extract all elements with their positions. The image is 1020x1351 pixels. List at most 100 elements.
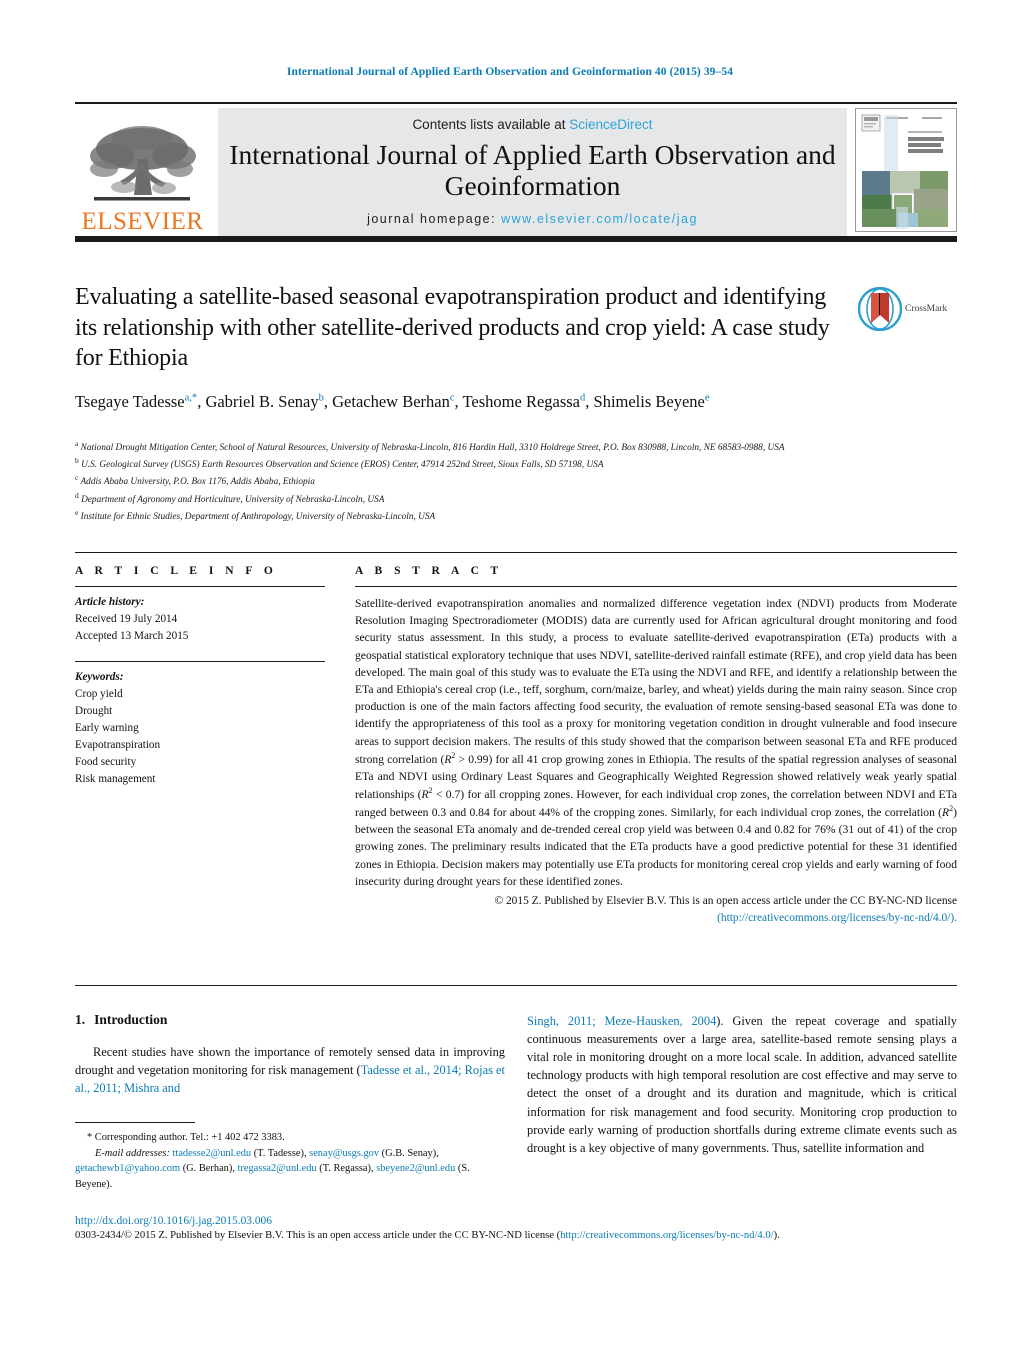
- keywords-label: Keywords:: [75, 671, 124, 684]
- keyword-item: Crop yield: [75, 688, 123, 701]
- footer-doi-block: http://dx.doi.org/10.1016/j.jag.2015.03.…: [75, 1215, 957, 1244]
- keywords-rule: [75, 661, 325, 663]
- section-number: 1.: [75, 1012, 86, 1027]
- corresponding-author-line: * Corresponding author. Tel.: +1 402 472…: [87, 1132, 285, 1143]
- keyword-item: Drought: [75, 705, 113, 718]
- author-name: Shimelis Beyene: [593, 392, 705, 412]
- affiliation-item: a National Drought Mitigation Center, Sc…: [75, 438, 875, 455]
- author-marks: a,*: [184, 392, 198, 404]
- abstract-rule: [355, 586, 957, 587]
- email-link[interactable]: getachewb1@yahoo.com: [75, 1163, 180, 1174]
- affiliation-mark: c: [75, 473, 79, 483]
- page-title: Evaluating a satellite-based seasonal ev…: [75, 284, 830, 372]
- footnote-rule: [75, 1122, 195, 1123]
- abstract-segment-1: Satellite-derived evapotranspiration ano…: [355, 597, 957, 766]
- affiliation-text: Department of Agronomy and Horticulture,…: [81, 494, 385, 505]
- article-first-page: International Journal of Applied Earth O…: [0, 0, 1020, 1351]
- email-link[interactable]: senay@usgs.gov: [309, 1148, 379, 1159]
- accepted-date: Accepted 13 March 2015: [75, 630, 189, 643]
- email-link[interactable]: ttadesse2@unl.edu: [173, 1148, 252, 1159]
- running-head: International Journal of Applied Earth O…: [286, 66, 734, 78]
- affiliation-text: Addis Ababa University, P.O. Box 1176, A…: [80, 477, 315, 488]
- copyright-text: © 2015 Z. Published by Elsevier B.V. Thi…: [494, 895, 957, 908]
- journal-band: Contents lists available at ScienceDirec…: [218, 108, 847, 236]
- keyword-item: Risk management: [75, 773, 156, 786]
- author-name: Tsegaye Tadesse: [75, 392, 185, 412]
- elsevier-wordmark: ELSEVIER: [81, 207, 204, 235]
- article-info-rule: [75, 586, 325, 587]
- crossmark-badge[interactable]: CrossMark: [858, 286, 958, 332]
- affiliation-item: d Department of Agronomy and Horticultur…: [75, 490, 875, 507]
- sciencedirect-link[interactable]: ScienceDirect: [569, 117, 652, 132]
- email-owner: (T. Regassa): [319, 1163, 371, 1175]
- footnote-block: * Corresponding author. Tel.: +1 402 472…: [75, 1122, 505, 1192]
- author-item: Gabriel B. Senayb: [205, 392, 323, 411]
- author-marks: d: [580, 392, 586, 404]
- crossmark-icon: [858, 287, 902, 331]
- article-history-label: Article history:: [75, 596, 145, 608]
- email-link[interactable]: tregassa2@unl.edu: [238, 1163, 317, 1174]
- author-marks: e: [704, 392, 710, 404]
- affiliation-item: e Institute for Ethnic Studies, Departme…: [75, 507, 875, 524]
- abstract-panel: A B S T R A C T Satellite-derived evapot…: [355, 565, 957, 927]
- author-marks: c: [449, 392, 455, 404]
- email-owner: (G.B. Senay): [381, 1147, 437, 1159]
- section-label: Introduction: [94, 1012, 168, 1027]
- intro-paragraph-right: Singh, 2011; Meze-Hausken, 2004). Given …: [527, 1012, 957, 1157]
- homepage-prefix: journal homepage:: [367, 211, 502, 226]
- email-owner: (T. Tadesse): [253, 1147, 304, 1159]
- keyword-item: Evapotranspiration: [75, 739, 161, 752]
- journal-title: International Journal of Applied Earth O…: [229, 139, 836, 201]
- elsevier-logo: ELSEVIER: [75, 108, 210, 236]
- abstract-text: Satellite-derived evapotranspiration ano…: [355, 595, 957, 890]
- author-item: Tsegaye Tadessea,*: [75, 392, 197, 411]
- journal-masthead: ELSEVIER Contents lists available at Sci…: [75, 102, 957, 236]
- email-link[interactable]: sbeyene2@unl.edu: [376, 1163, 455, 1174]
- intro-paragraph-left: Recent studies have shown the importance…: [75, 1043, 505, 1097]
- intro-column-left: 1. Introduction Recent studies have shown…: [75, 1012, 505, 1097]
- journal-homepage-line: journal homepage: www.elsevier.com/locat…: [228, 212, 837, 226]
- title-block: Evaluating a satellite-based seasonal ev…: [75, 282, 845, 414]
- affiliation-text: Institute for Ethnic Studies, Department…: [80, 511, 436, 522]
- abstract-bottom-rule: [75, 985, 957, 986]
- info-section-top-rule: [75, 552, 957, 553]
- author-item: Teshome Regassad: [462, 392, 585, 411]
- author-name: Getachew Berhan: [332, 392, 450, 412]
- contents-lists-line: Contents lists available at ScienceDirec…: [228, 117, 837, 132]
- doi-link[interactable]: http://dx.doi.org/10.1016/j.jag.2015.03.…: [75, 1215, 957, 1227]
- abstract-heading: A B S T R A C T: [355, 565, 503, 577]
- author-name: Teshome Regassa: [462, 392, 581, 412]
- email-owner: (G. Berhan): [182, 1163, 233, 1175]
- email-addresses-line: E-mail addresses: ttadesse2@unl.edu (T. …: [75, 1147, 470, 1190]
- issn-copyright-line: 0303-2434/© 2015 Z. Published by Elsevie…: [75, 1229, 957, 1244]
- license-link[interactable]: (http://creativecommons.org/licenses/by-…: [717, 912, 957, 924]
- affiliation-mark: d: [75, 490, 79, 500]
- affiliation-item: b U.S. Geological Survey (USGS) Earth Re…: [75, 455, 875, 472]
- author-item: Shimelis Beyenee: [594, 392, 710, 411]
- author-list: Tsegaye Tadessea,*, Gabriel B. Senayb, G…: [75, 392, 710, 412]
- affiliation-text: National Drought Mitigation Center, Scho…: [80, 443, 785, 454]
- journal-homepage-link[interactable]: www.elsevier.com/locate/jag: [501, 212, 698, 226]
- masthead-bottom-rule: [75, 236, 957, 242]
- author-name: Gabriel B. Senay: [205, 392, 319, 412]
- article-info-panel: A R T I C L E I N F O Article history: R…: [75, 565, 325, 788]
- article-history: Article history: Received 19 July 2014 A…: [75, 594, 325, 645]
- author-marks: b: [318, 392, 324, 404]
- email-label: E-mail addresses:: [95, 1147, 170, 1159]
- author-item: Getachew Berhanc: [332, 392, 454, 411]
- journal-cover-thumbnail: [855, 108, 957, 232]
- crossmark-label: CrossMark: [905, 304, 948, 314]
- abstract-copyright: © 2015 Z. Published by Elsevier B.V. Thi…: [355, 893, 957, 927]
- section-heading-introduction: 1. Introduction: [75, 1012, 505, 1028]
- intro-text-2: ). Given the repeat coverage and spatial…: [527, 1014, 958, 1155]
- affiliation-list: a National Drought Mitigation Center, Sc…: [75, 438, 875, 524]
- affiliation-text: U.S. Geological Survey (USGS) Earth Reso…: [81, 460, 604, 471]
- keyword-item: Early warning: [75, 722, 139, 735]
- intro-column-right: Singh, 2011; Meze-Hausken, 2004). Given …: [527, 1012, 957, 1157]
- issn-text: 0303-2434/© 2015 Z. Published by Elsevie…: [75, 1230, 561, 1241]
- citation-link[interactable]: Singh, 2011; Meze-Hausken, 2004: [527, 1014, 716, 1028]
- footer-license-link[interactable]: http://creativecommons.org/licenses/by-n…: [560, 1230, 773, 1241]
- elsevier-tree-icon: [89, 125, 196, 201]
- affiliation-mark: e: [75, 507, 79, 517]
- keyword-item: Food security: [75, 756, 137, 769]
